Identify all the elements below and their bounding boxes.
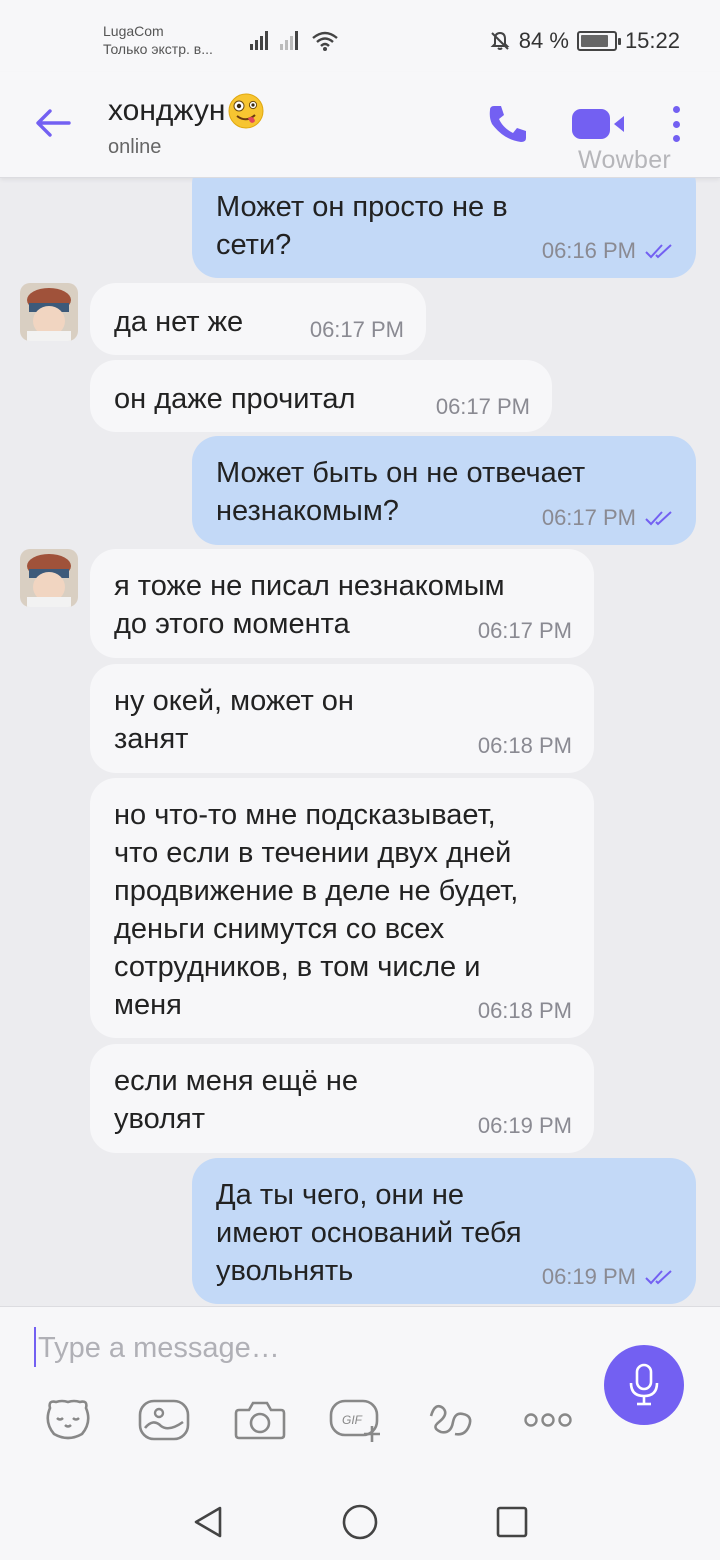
avatar[interactable] (20, 283, 78, 341)
wifi-icon (312, 31, 338, 51)
zany-face-emoji-icon (228, 93, 264, 129)
avatar[interactable] (20, 549, 78, 607)
svg-text:GIF: GIF (342, 1413, 363, 1427)
nav-back-button[interactable] (186, 1500, 230, 1544)
message-bubble-incoming[interactable]: ну окей, может он занят 06:18 PM (90, 664, 594, 773)
video-camera-icon (572, 109, 624, 139)
message-bubble-incoming[interactable]: но что-то мне подсказывает, что если в т… (90, 778, 594, 1038)
contact-title[interactable]: хонджун (108, 92, 265, 130)
gif-button[interactable]: GIF (326, 1395, 386, 1445)
composer: GIF (0, 1306, 720, 1480)
double-check-icon (645, 244, 672, 259)
mute-bell-icon (490, 31, 510, 50)
text-caret (34, 1327, 36, 1367)
message-input[interactable] (34, 1325, 574, 1371)
message-meta: 06:18 PM (478, 998, 572, 1024)
more-options-icon (524, 1413, 572, 1427)
message-meta: 06:17 PM (542, 505, 674, 531)
signal-2-icon (280, 30, 298, 50)
camera-button[interactable] (230, 1395, 290, 1445)
message-meta: 06:19 PM (478, 1113, 572, 1139)
message-time: 06:17 PM (541, 505, 636, 530)
gallery-button[interactable] (134, 1395, 194, 1445)
message-meta: 06:17 PM (310, 317, 404, 343)
contact-name: хонджун (108, 94, 226, 127)
signal-icon (250, 30, 268, 50)
gif-icon: GIF (329, 1399, 380, 1442)
doodle-button[interactable] (422, 1395, 482, 1445)
microphone-icon (629, 1363, 659, 1406)
message-time: 06:16 PM (541, 238, 636, 263)
circle-home-icon (342, 1504, 378, 1540)
phone-icon (489, 106, 526, 142)
message-bubble-outgoing[interactable]: Может быть он не отвечает незнакомым? 06… (192, 436, 696, 545)
double-check-icon (645, 511, 672, 526)
message-bubble-outgoing[interactable]: Да ты чего, они не имеют оснований тебя … (192, 1158, 696, 1304)
message-time: 06:18 PM (477, 998, 572, 1023)
message-bubble-incoming[interactable]: если меня ещё не уволят 06:19 PM (90, 1044, 594, 1153)
battery-percent: 84 % (518, 28, 569, 53)
carrier-name: LugaCom (103, 23, 164, 39)
sticker-icon (46, 1399, 90, 1440)
chat-header: хонджун online Wowber (0, 72, 720, 178)
carrier-info: LugaCom Только экстр. в... (103, 22, 213, 58)
battery-icon (576, 31, 621, 51)
system-nav-bar (0, 1480, 720, 1560)
status-right: 84 % 15:22 (489, 28, 680, 54)
message-meta: 06:17 PM (478, 618, 572, 644)
message-list[interactable]: Может он просто не в сети? 06:16 PM да н… (0, 178, 720, 1306)
message-bubble-incoming[interactable]: он даже прочитал 06:17 PM (90, 360, 552, 432)
message-meta: 06:19 PM (542, 1264, 674, 1290)
message-time: 06:17 PM (477, 618, 572, 643)
gallery-icon (138, 1399, 190, 1441)
message-meta: 06:16 PM (542, 238, 674, 264)
contact-status: online (108, 136, 162, 158)
message-time: 06:19 PM (541, 1264, 636, 1289)
voice-message-button[interactable] (604, 1345, 684, 1425)
network-note: Только экстр. в... (103, 41, 213, 57)
double-check-icon (645, 1270, 672, 1285)
back-button[interactable] (30, 100, 76, 146)
clock: 15:22 (624, 28, 680, 53)
call-button[interactable] (486, 102, 530, 146)
contact-avatar-icon (20, 549, 78, 607)
nav-recents-button[interactable] (490, 1500, 534, 1544)
message-meta: 06:17 PM (436, 394, 530, 420)
nav-home-button[interactable] (338, 1500, 382, 1544)
triangle-back-icon (194, 1506, 222, 1538)
more-options-button[interactable] (518, 1395, 578, 1445)
arrow-left-icon (36, 109, 71, 137)
square-recents-icon (496, 1506, 528, 1538)
message-meta: 06:18 PM (478, 733, 572, 759)
contact-avatar-icon (20, 283, 78, 341)
video-call-button[interactable] (570, 106, 628, 142)
message-time: 06:18 PM (477, 733, 572, 758)
sticker-button[interactable] (38, 1395, 98, 1445)
watermark: Wowber (578, 146, 672, 174)
message-time: 06:17 PM (309, 317, 404, 342)
doodle-icon (429, 1404, 472, 1436)
message-time: 06:19 PM (477, 1113, 572, 1138)
message-bubble-incoming[interactable]: да нет же 06:17 PM (90, 283, 426, 355)
message-text: но что-то мне подсказывает, что если в т… (114, 799, 519, 1021)
message-bubble-outgoing[interactable]: Может он просто не в сети? 06:16 PM (192, 178, 696, 278)
status-bar: LugaCom Только экстр. в... 84 % 15:22 (0, 0, 720, 72)
more-menu-button[interactable] (668, 102, 684, 146)
camera-icon (234, 1401, 286, 1440)
message-time: 06:17 PM (435, 394, 530, 419)
message-bubble-incoming[interactable]: я тоже не писал незнакомым до этого моме… (90, 549, 594, 658)
